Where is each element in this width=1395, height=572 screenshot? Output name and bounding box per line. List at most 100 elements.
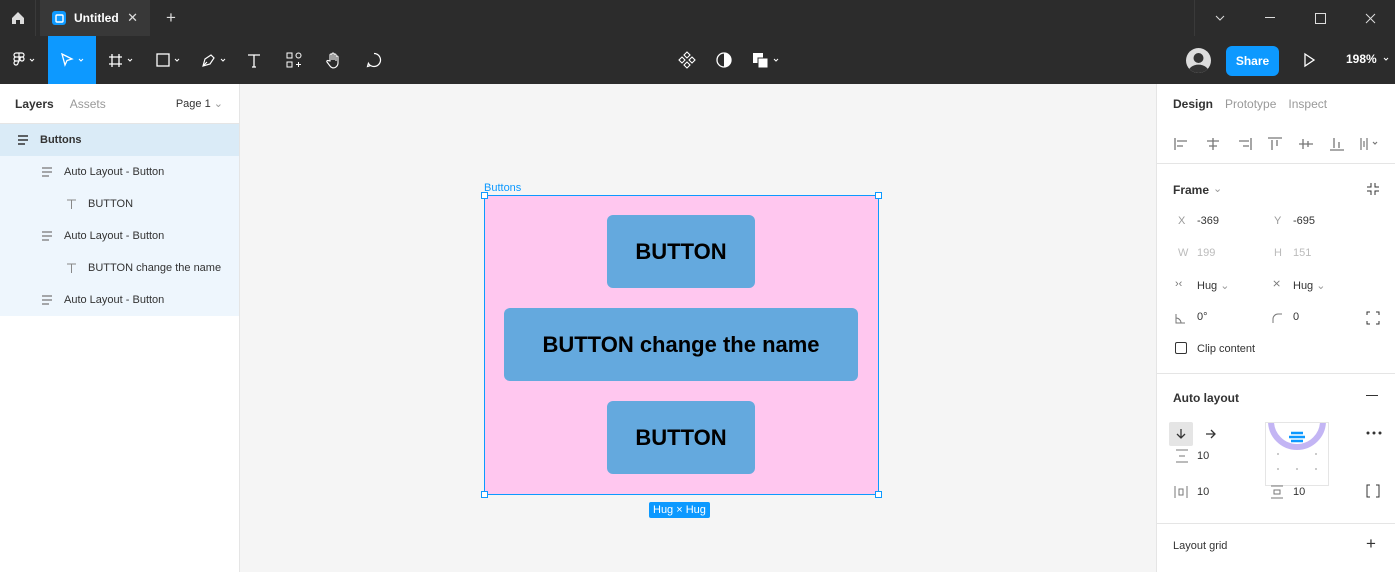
align-center-v-icon[interactable] bbox=[1297, 137, 1315, 151]
h-input[interactable]: 151 bbox=[1293, 247, 1311, 259]
pen-tool[interactable] bbox=[192, 36, 234, 84]
hand-icon bbox=[326, 51, 339, 69]
figma-logo-icon bbox=[13, 52, 25, 66]
add-tab-icon[interactable]: + bbox=[166, 8, 176, 28]
chevron-down-icon bbox=[127, 58, 132, 62]
title-bar: Untitled ✕ + bbox=[0, 0, 1395, 36]
buttons-frame[interactable]: BUTTON BUTTON change the name BUTTON bbox=[481, 192, 882, 498]
alignment-grid[interactable] bbox=[1265, 392, 1329, 486]
close-window-icon[interactable] bbox=[1345, 0, 1395, 36]
x-label: X bbox=[1178, 215, 1186, 227]
mask-button[interactable] bbox=[716, 36, 732, 84]
zoom-menu[interactable]: 198% bbox=[1346, 52, 1389, 66]
button-2[interactable]: BUTTON change the name bbox=[504, 308, 858, 381]
layer-auto-layout-button[interactable]: Auto Layout - Button bbox=[0, 156, 239, 188]
independent-corners-icon[interactable] bbox=[1366, 311, 1380, 325]
align-left-icon[interactable] bbox=[1173, 137, 1191, 151]
hand-tool[interactable] bbox=[314, 36, 354, 84]
horizontal-resizing-select[interactable]: Hug ⌄ bbox=[1197, 279, 1229, 292]
layer-text-button[interactable]: BUTTON bbox=[0, 188, 239, 220]
direction-horizontal-button[interactable] bbox=[1199, 422, 1223, 446]
padding-horizontal-input[interactable]: 10 bbox=[1197, 486, 1209, 498]
tab-inspect[interactable]: Inspect bbox=[1288, 97, 1327, 111]
vertical-resizing-select[interactable]: Hug ⌄ bbox=[1293, 279, 1325, 292]
layer-label: Auto Layout - Button bbox=[64, 294, 165, 306]
align-bottom-icon[interactable] bbox=[1328, 137, 1346, 151]
rotation-input[interactable]: 0° bbox=[1197, 311, 1208, 323]
add-layout-grid-icon[interactable]: + bbox=[1366, 534, 1376, 554]
vertical-resizing-icon: ⨯ bbox=[1272, 278, 1282, 290]
chevron-down-icon: ⌄ bbox=[213, 98, 223, 110]
file-icon bbox=[52, 11, 66, 25]
resources-tool[interactable] bbox=[274, 36, 314, 84]
layer-auto-layout-button[interactable]: Auto Layout - Button bbox=[0, 284, 239, 316]
design-panel: Design Prototype Inspect Frame ⌄ X -369 … bbox=[1156, 84, 1395, 572]
shape-tool[interactable] bbox=[144, 36, 192, 84]
more-options-icon[interactable] bbox=[1366, 431, 1382, 435]
resize-handle[interactable] bbox=[875, 491, 882, 498]
align-top-icon[interactable] bbox=[1266, 136, 1284, 151]
distribute-icon[interactable] bbox=[1359, 137, 1381, 151]
resize-handle[interactable] bbox=[481, 192, 488, 199]
move-tool[interactable] bbox=[48, 36, 96, 84]
corner-radius-input[interactable]: 0 bbox=[1293, 311, 1299, 323]
horizontal-resizing-value: Hug bbox=[1197, 280, 1218, 292]
w-input[interactable]: 199 bbox=[1197, 247, 1215, 259]
page-selector[interactable]: Page 1 ⌄ bbox=[176, 97, 223, 110]
main-menu-button[interactable] bbox=[0, 36, 48, 84]
resize-handle[interactable] bbox=[481, 491, 488, 498]
tab-design[interactable]: Design bbox=[1173, 97, 1213, 111]
layer-buttons[interactable]: Buttons bbox=[0, 124, 239, 156]
spacing-input[interactable]: 10 bbox=[1197, 450, 1209, 462]
text-tool[interactable] bbox=[234, 36, 274, 84]
direction-vertical-button[interactable] bbox=[1169, 422, 1193, 446]
arrow-down-icon bbox=[1176, 429, 1186, 439]
minimize-icon[interactable] bbox=[1245, 0, 1295, 36]
chevron-down-icon[interactable]: ⌄ bbox=[1213, 182, 1222, 195]
remove-auto-layout-icon[interactable] bbox=[1366, 395, 1378, 397]
chevron-down-icon[interactable] bbox=[1195, 0, 1245, 36]
avatar[interactable] bbox=[1186, 48, 1211, 73]
share-button[interactable]: Share bbox=[1226, 46, 1279, 76]
home-button[interactable] bbox=[0, 0, 36, 36]
boolean-button[interactable] bbox=[752, 36, 779, 84]
tab-layers[interactable]: Layers bbox=[15, 97, 54, 111]
comment-tool[interactable] bbox=[354, 36, 394, 84]
align-right-icon[interactable] bbox=[1235, 137, 1253, 151]
autolayout-vertical-icon bbox=[40, 165, 54, 179]
clip-content-checkbox[interactable] bbox=[1175, 342, 1187, 354]
frame-section: Frame ⌄ X -369 Y -695 W 199 H 151 ›‹ Hug… bbox=[1157, 164, 1395, 374]
frame-tool[interactable] bbox=[96, 36, 144, 84]
tab-prototype[interactable]: Prototype bbox=[1225, 97, 1276, 111]
padding-vertical-input[interactable]: 10 bbox=[1293, 486, 1305, 498]
create-component-button[interactable] bbox=[678, 36, 696, 84]
layer-label: Auto Layout - Button bbox=[64, 166, 165, 178]
maximize-icon[interactable] bbox=[1295, 0, 1345, 36]
auto-layout-title: Auto layout bbox=[1173, 391, 1239, 405]
autolayout-vertical-icon bbox=[16, 133, 30, 147]
frame-label[interactable]: Buttons bbox=[484, 182, 521, 194]
file-tab[interactable]: Untitled ✕ bbox=[40, 0, 150, 36]
button-3[interactable]: BUTTON bbox=[607, 401, 755, 474]
resize-handle[interactable] bbox=[875, 192, 882, 199]
present-icon[interactable] bbox=[1302, 52, 1316, 71]
alignment-grid-dots bbox=[1268, 392, 1326, 470]
close-tab-icon[interactable]: ✕ bbox=[127, 10, 138, 26]
clip-content-label: Clip content bbox=[1197, 343, 1256, 355]
y-input[interactable]: -695 bbox=[1293, 215, 1315, 227]
layer-text-button-change[interactable]: BUTTON change the name bbox=[0, 252, 239, 284]
layout-grid-section: Layout grid + bbox=[1157, 524, 1395, 568]
layer-auto-layout-button[interactable]: Auto Layout - Button bbox=[0, 220, 239, 252]
tab-assets[interactable]: Assets bbox=[70, 97, 106, 111]
resize-to-fit-icon[interactable] bbox=[1366, 182, 1380, 196]
autolayout-vertical-icon bbox=[40, 293, 54, 307]
canvas[interactable]: Buttons BUTTON BUTTON change the name BU… bbox=[240, 84, 1156, 572]
align-center-h-icon[interactable] bbox=[1204, 137, 1222, 151]
w-label: W bbox=[1178, 247, 1189, 259]
button-1[interactable]: BUTTON bbox=[607, 215, 755, 288]
individual-padding-icon[interactable] bbox=[1366, 484, 1380, 498]
spacing-icon bbox=[1176, 449, 1188, 463]
rotation-icon bbox=[1175, 314, 1185, 324]
x-input[interactable]: -369 bbox=[1197, 215, 1219, 227]
frame-title[interactable]: Frame bbox=[1173, 183, 1209, 197]
